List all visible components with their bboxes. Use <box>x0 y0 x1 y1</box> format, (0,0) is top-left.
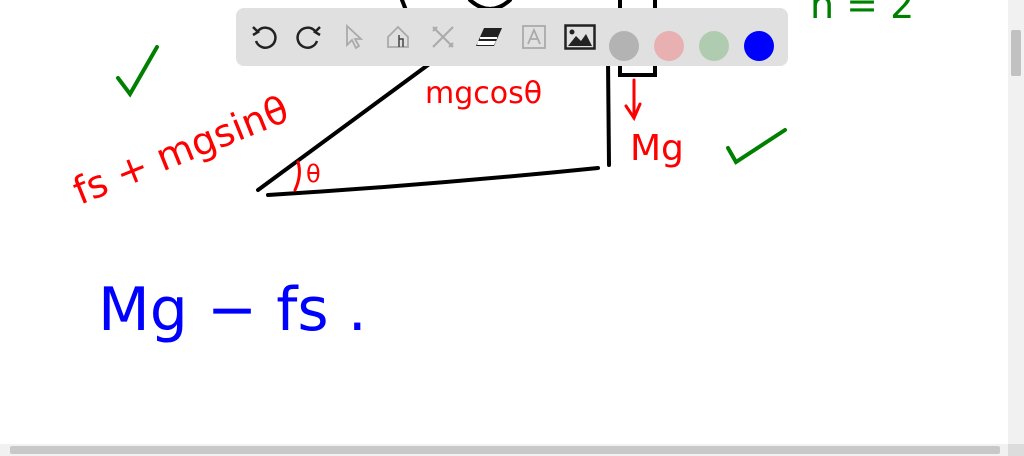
weight-label: Mg <box>630 128 684 169</box>
vertical-scrollbar[interactable] <box>1008 0 1024 444</box>
text-button[interactable] <box>518 21 550 53</box>
whiteboard-canvas[interactable]: fs + mgsinθ mgcosθ θ Mg n = 2 Mg − fs . <box>0 0 1008 444</box>
undo-button[interactable] <box>248 21 280 53</box>
color-swatch-gray[interactable] <box>609 31 639 61</box>
color-swatch-pink[interactable] <box>654 31 684 61</box>
equation: Mg − fs . <box>98 275 367 345</box>
image-button[interactable] <box>564 21 596 53</box>
eraser-icon <box>476 28 502 46</box>
horizontal-scrollbar[interactable] <box>0 444 1008 456</box>
tools-button[interactable] <box>427 21 459 53</box>
drawing-toolbar <box>236 8 788 66</box>
pen-button[interactable] <box>382 21 414 53</box>
pointer-icon <box>346 23 364 50</box>
eraser-button[interactable] <box>473 21 505 53</box>
redo-button[interactable] <box>293 21 325 53</box>
horizontal-scroll-thumb[interactable] <box>10 446 1000 454</box>
redo-icon <box>296 26 321 49</box>
vertical-scroll-thumb[interactable] <box>1011 30 1021 76</box>
color-swatch-blue[interactable] <box>744 31 774 61</box>
text-icon <box>522 25 546 49</box>
friction-label: fs + mgsinθ <box>67 87 295 213</box>
angle-label: θ <box>306 160 321 188</box>
n-label: n = 2 <box>810 0 914 27</box>
undo-icon <box>252 26 277 49</box>
tools-icon <box>432 26 454 48</box>
hand-icon <box>387 25 409 48</box>
color-swatch-green[interactable] <box>699 31 729 61</box>
select-button[interactable] <box>337 21 369 53</box>
image-icon <box>564 24 596 50</box>
normal-force-label: mgcosθ <box>425 76 542 111</box>
scrollbar-corner <box>1008 444 1024 456</box>
